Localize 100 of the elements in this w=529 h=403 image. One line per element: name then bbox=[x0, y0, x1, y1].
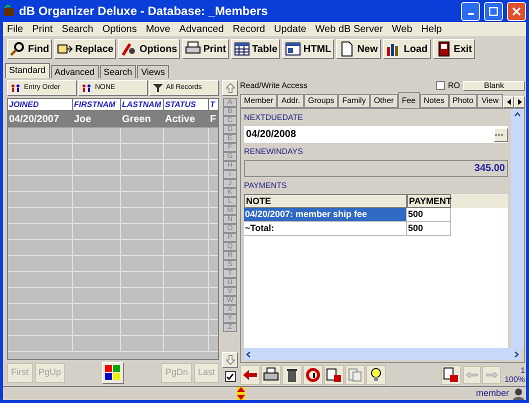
maximize-icon bbox=[489, 6, 498, 16]
mode-tab[interactable]: Search bbox=[100, 65, 136, 78]
up-chevron-icon bbox=[514, 112, 521, 117]
blank-button[interactable]: Blank bbox=[463, 80, 525, 90]
toolbar-button[interactable]: Replace bbox=[54, 39, 116, 59]
record-tab[interactable]: Fee bbox=[398, 92, 420, 108]
menu-item[interactable]: Options bbox=[102, 22, 137, 36]
column-header[interactable]: STATUS bbox=[164, 99, 209, 110]
tab-scroll-left-button[interactable] bbox=[503, 96, 514, 108]
toolbar-button[interactable]: New bbox=[336, 39, 381, 59]
people-icon bbox=[82, 84, 92, 92]
field-label: NEXTDUEDATE bbox=[244, 112, 304, 124]
people-icon bbox=[11, 84, 21, 92]
menu-item[interactable]: Web dB Server bbox=[315, 22, 383, 36]
refresh-button[interactable] bbox=[302, 365, 323, 385]
back-arrow-icon bbox=[242, 367, 258, 383]
light-bulb-button[interactable] bbox=[366, 365, 386, 385]
splitter-arrows-icon bbox=[236, 387, 244, 400]
horizontal-scrollbar[interactable] bbox=[244, 348, 521, 360]
printer-icon bbox=[262, 367, 279, 383]
grid-cell-text: Active bbox=[164, 112, 196, 126]
column-header: PAYMENT bbox=[407, 194, 451, 208]
check-icon bbox=[226, 372, 234, 380]
record-tab[interactable]: Notes bbox=[420, 94, 449, 108]
toolbar-button[interactable]: Load bbox=[382, 39, 431, 59]
web-page-icon bbox=[285, 41, 302, 57]
record-tab[interactable]: Groups bbox=[304, 94, 338, 108]
date-picker-button[interactable] bbox=[494, 128, 508, 142]
tab-scroll-right-button[interactable] bbox=[514, 96, 525, 108]
number-field[interactable]: 345.00 bbox=[244, 160, 508, 177]
right-chevron-icon bbox=[514, 350, 519, 358]
grid-cell-text: 04/20/2007 bbox=[8, 112, 60, 126]
toolbar-button[interactable]: Table bbox=[231, 39, 280, 59]
menu-item[interactable]: Update bbox=[274, 22, 306, 36]
column-header[interactable]: T bbox=[209, 99, 218, 110]
payment-row[interactable]: ~Total: 500 bbox=[244, 222, 508, 236]
search-icon bbox=[10, 41, 26, 57]
toolbar-button[interactable]: Find bbox=[7, 39, 52, 59]
menu-item[interactable]: File bbox=[7, 22, 24, 36]
scroll-down-button[interactable] bbox=[222, 352, 238, 368]
copy-record-button[interactable] bbox=[324, 365, 344, 385]
menu-item[interactable]: Record bbox=[232, 22, 266, 36]
printer-button[interactable] bbox=[260, 365, 281, 385]
toolbar-button[interactable]: HTML bbox=[282, 39, 334, 59]
filter-checkbox[interactable] bbox=[224, 371, 236, 382]
new-page-icon bbox=[339, 41, 356, 57]
access-label: Read/Write Access bbox=[240, 80, 308, 92]
mode-tab[interactable]: Advanced bbox=[50, 65, 99, 78]
maximize-button[interactable] bbox=[484, 2, 503, 20]
column-header: NOTE bbox=[244, 194, 407, 208]
menu-item[interactable]: Advanced bbox=[179, 22, 224, 36]
record-tab[interactable]: Family bbox=[338, 94, 370, 108]
back-arrow-button[interactable] bbox=[240, 365, 260, 385]
menu-item[interactable]: Search bbox=[62, 22, 94, 36]
record-tab[interactable]: Member bbox=[240, 94, 278, 108]
ro-checkbox[interactable] bbox=[436, 81, 445, 90]
hand-right-icon bbox=[486, 371, 498, 379]
record-tab[interactable]: View bbox=[477, 94, 503, 108]
scroll-up-button[interactable] bbox=[222, 80, 238, 96]
close-icon bbox=[512, 6, 521, 16]
duplicate-icon bbox=[346, 367, 363, 383]
left-chevron-icon bbox=[246, 350, 251, 358]
mode-tab[interactable]: Views bbox=[137, 65, 169, 78]
trash-button[interactable] bbox=[282, 365, 302, 385]
save-record-button[interactable] bbox=[441, 365, 462, 385]
date-value: 04/20/2008 bbox=[246, 128, 298, 142]
status-user: member bbox=[476, 386, 510, 400]
up-arrow-icon bbox=[226, 83, 234, 93]
record-tab[interactable]: Addr. bbox=[277, 94, 304, 108]
app-icon bbox=[3, 5, 15, 17]
minimize-button[interactable] bbox=[461, 2, 480, 20]
close-button[interactable] bbox=[507, 2, 526, 20]
payment-cell: 04/20/2007: member ship fee bbox=[244, 208, 407, 222]
blocks-icon bbox=[105, 365, 122, 381]
ro-label: RO bbox=[448, 80, 460, 92]
column-header[interactable]: FIRSTNAM bbox=[73, 99, 121, 110]
user-icon bbox=[513, 388, 524, 400]
column-header[interactable]: LASTNAM bbox=[121, 99, 164, 110]
toolbar-button[interactable]: Options bbox=[118, 39, 180, 59]
column-header[interactable]: JOINED bbox=[8, 99, 73, 110]
menu-item[interactable]: Print bbox=[32, 22, 53, 36]
payment-row[interactable]: 04/20/2007: member ship fee 500 bbox=[244, 208, 508, 222]
toolbar-button[interactable]: Exit bbox=[432, 39, 475, 59]
window-title: dB Organizer Deluxe - Database: _Members bbox=[19, 3, 269, 20]
menu-item[interactable]: Move bbox=[146, 22, 170, 36]
left-triangle-icon bbox=[506, 99, 510, 105]
grid-cell-text: Joe bbox=[73, 112, 92, 126]
blocks-button[interactable] bbox=[102, 362, 124, 384]
exit-door-icon bbox=[436, 41, 452, 57]
record-row[interactable]: 04/20/2007 Joe Green Active F bbox=[8, 111, 218, 128]
menu-item[interactable]: Web bbox=[392, 22, 412, 36]
toolbar-button[interactable]: Print bbox=[182, 39, 230, 59]
vertical-scrollbar[interactable] bbox=[511, 109, 524, 348]
date-field[interactable]: 04/20/2008 bbox=[244, 126, 508, 143]
menu-item[interactable]: Help bbox=[421, 22, 442, 36]
filter-icon bbox=[153, 84, 163, 92]
payment-cell: 500 bbox=[407, 208, 451, 222]
mode-tab[interactable]: Standard bbox=[5, 63, 50, 78]
record-tab[interactable]: Photo bbox=[448, 94, 478, 108]
record-tab[interactable]: Other bbox=[370, 94, 398, 108]
